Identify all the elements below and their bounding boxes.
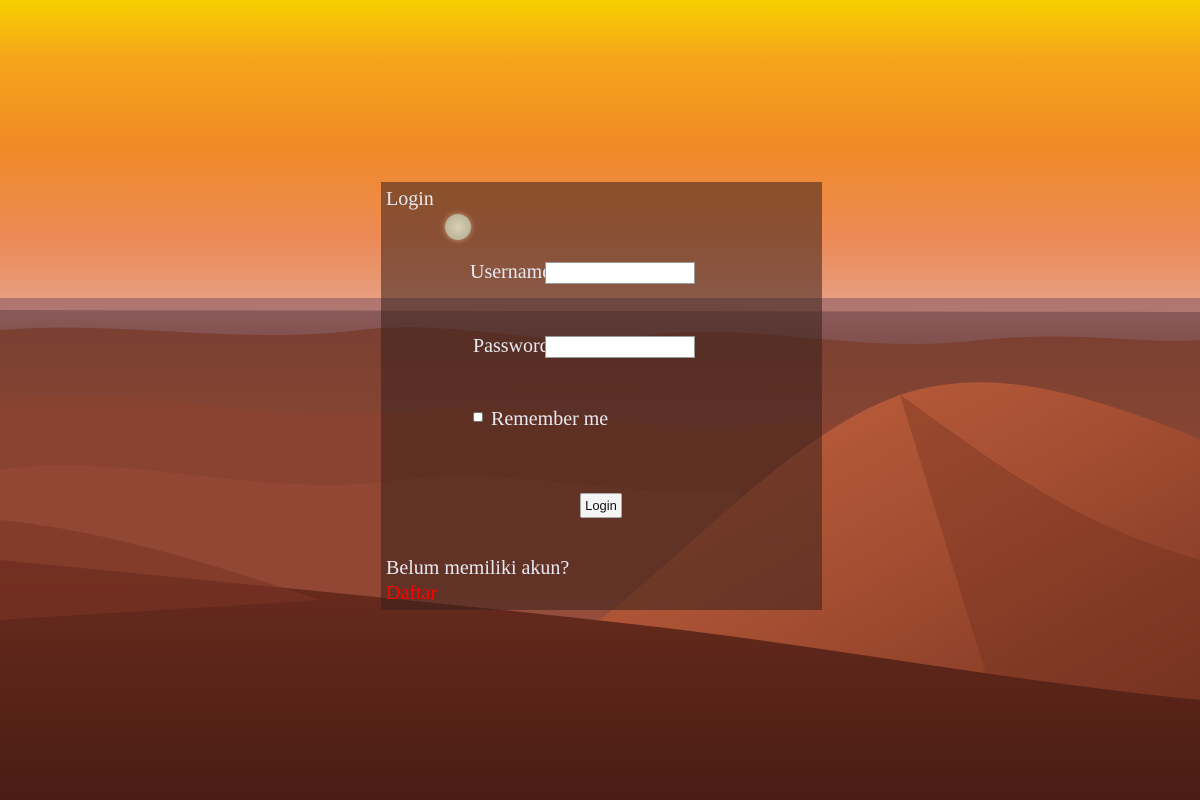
remember-me-checkbox[interactable]: [473, 411, 483, 423]
signup-prompt: Belum memiliki akun?: [386, 557, 570, 579]
remember-me-label: Remember me: [491, 408, 609, 430]
login-title: Login: [386, 188, 434, 210]
username-input[interactable]: [545, 262, 695, 284]
login-page: Login Username Password Remember me Logi…: [0, 0, 1200, 800]
signup-link[interactable]: Daftar: [386, 582, 437, 605]
password-input[interactable]: [545, 336, 695, 358]
sun-icon: [445, 214, 471, 240]
username-label: Username: [470, 261, 552, 283]
login-button[interactable]: Login: [580, 493, 622, 518]
password-label: Password: [473, 335, 550, 357]
login-panel: Login Username Password Remember me Logi…: [381, 182, 822, 610]
